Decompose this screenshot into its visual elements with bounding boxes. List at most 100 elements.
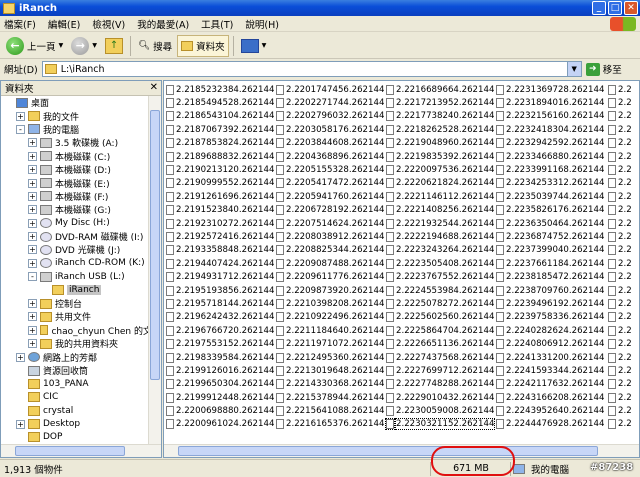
file-item[interactable]: 2.2220621824.262144 xyxy=(386,177,494,190)
file-item[interactable]: 2.2209087488.262144 xyxy=(276,257,384,270)
file-item[interactable]: 2.2 xyxy=(608,204,632,217)
file-item[interactable]: 2.2226651136.262144 xyxy=(386,337,494,350)
tree-item[interactable]: + 本機磁碟 (F:) xyxy=(1,190,161,203)
file-item[interactable]: 2.2221932544.262144 xyxy=(386,217,494,230)
expand-icon[interactable]: + xyxy=(28,191,37,201)
file-item[interactable]: 2.2186543104.262144 xyxy=(166,110,274,123)
tree-item[interactable]: + DVD-RAM 磁碟機 (I:) xyxy=(1,230,161,243)
tree-item[interactable]: + 控制台 xyxy=(1,297,161,310)
file-item[interactable]: 2.2197553152.262144 xyxy=(166,337,274,350)
file-item[interactable]: 2.2199126016.262144 xyxy=(166,364,274,377)
file-item[interactable]: 2.2198339584.262144 xyxy=(166,351,274,364)
tree-item[interactable]: 桌面 xyxy=(1,96,161,109)
file-item[interactable]: 2.2232156160.262144 xyxy=(496,110,604,123)
file-item[interactable]: 2.2 xyxy=(608,150,632,163)
expand-icon[interactable]: + xyxy=(28,205,37,215)
menu-edit[interactable]: 編輯(E) xyxy=(48,17,80,31)
close-icon[interactable]: ✕ xyxy=(150,82,158,93)
file-item[interactable]: 2.2221146112.262144 xyxy=(386,190,494,203)
file-item[interactable]: 2.2 xyxy=(608,324,632,337)
file-item[interactable]: 2.2241593344.262144 xyxy=(496,364,604,377)
tree-item[interactable]: crystal xyxy=(1,404,161,417)
minimize-button[interactable]: _ xyxy=(592,1,606,15)
file-item[interactable]: 2.2225602560.262144 xyxy=(386,311,494,324)
back-button[interactable]: ← 上一頁 ▾ xyxy=(3,35,66,57)
chevron-down-icon[interactable]: ▾ xyxy=(59,40,64,51)
file-item[interactable]: 2.2233466880.262144 xyxy=(496,150,604,163)
menu-tools[interactable]: 工具(T) xyxy=(201,17,233,31)
file-item[interactable]: 2.2 xyxy=(608,391,632,404)
file-item[interactable]: 2.2235039744.262144 xyxy=(496,190,604,203)
file-item[interactable]: 2.2240806912.262144 xyxy=(496,337,604,350)
file-item[interactable]: 2.2213019648.262144 xyxy=(276,364,384,377)
file-item[interactable]: 2.2227699712.262144 xyxy=(386,364,494,377)
menu-file[interactable]: 檔案(F) xyxy=(4,17,36,31)
file-item[interactable]: 2.2194407424.262144 xyxy=(166,257,274,270)
tree-item[interactable]: 資源回收筒 xyxy=(1,364,161,377)
file-item[interactable]: 2.2 xyxy=(608,378,632,391)
expand-icon[interactable]: + xyxy=(28,151,37,161)
file-item[interactable]: 2.2240282624.262144 xyxy=(496,324,604,337)
file-item[interactable]: 2.2209611776.262144 xyxy=(276,270,384,283)
file-item[interactable]: 2.2 xyxy=(608,96,632,109)
file-item[interactable]: 2.2230059008.262144 xyxy=(386,404,494,417)
file-item[interactable]: 2.2187067392.262144 xyxy=(166,123,274,136)
tree-item[interactable]: + My Disc (H:) xyxy=(1,217,161,230)
scroll-thumb[interactable] xyxy=(150,110,160,380)
close-button[interactable]: ✕ xyxy=(624,1,638,15)
file-item[interactable]: 2.2236350464.262144 xyxy=(496,217,604,230)
expand-icon[interactable]: + xyxy=(28,258,37,268)
up-button[interactable]: ↑ xyxy=(102,35,126,57)
file-item[interactable]: 2.2227748288.262144 xyxy=(386,378,494,391)
file-item[interactable]: 2.2215641088.262144 xyxy=(276,404,384,417)
menu-view[interactable]: 檢視(V) xyxy=(92,17,125,31)
file-item[interactable]: 2.2196766720.262144 xyxy=(166,324,274,337)
file-item[interactable]: 2.2225078272.262144 xyxy=(386,297,494,310)
tree-item[interactable]: + chao_chyun Chen 的文件 xyxy=(1,324,161,337)
go-button[interactable]: ➜ 移至 xyxy=(585,62,622,76)
file-item[interactable]: 2.2238709760.262144 xyxy=(496,284,604,297)
file-item[interactable]: 2.2235826176.262144 xyxy=(496,204,604,217)
expand-icon[interactable]: + xyxy=(28,232,37,242)
file-item[interactable]: 2.2238185472.262144 xyxy=(496,270,604,283)
scroll-thumb[interactable] xyxy=(15,446,125,456)
file-item[interactable]: 2.2 xyxy=(608,163,632,176)
file-item[interactable]: 2.2244476928.262144 xyxy=(496,418,604,431)
file-item[interactable]: 2.2203844608.262144 xyxy=(276,137,384,150)
tree-item[interactable]: + 本機磁碟 (E:) xyxy=(1,176,161,190)
expand-icon[interactable]: + xyxy=(16,111,25,121)
file-item[interactable]: 2.2205155328.262144 xyxy=(276,163,384,176)
tree-item[interactable]: + 我的文件 xyxy=(1,109,161,123)
file-item[interactable]: 2.2185494528.262144 xyxy=(166,96,274,109)
file-item[interactable]: 2.2223243264.262144 xyxy=(386,244,494,257)
file-item[interactable]: 2.2 xyxy=(608,297,632,310)
file-item[interactable]: 2.2205417472.262144 xyxy=(276,177,384,190)
file-item[interactable]: 2.2243952640.262144 xyxy=(496,404,604,417)
tree-item[interactable]: +3.5 軟碟機 (A:) xyxy=(1,136,161,149)
maximize-button[interactable]: □ xyxy=(608,1,622,15)
file-item[interactable]: 2.2211184640.262144 xyxy=(276,324,384,337)
file-item[interactable]: 2.2232942592.262144 xyxy=(496,137,604,150)
file-item[interactable]: 2.2223767552.262144 xyxy=(386,270,494,283)
file-item[interactable]: 2.2202796032.262144 xyxy=(276,110,384,123)
file-item[interactable]: 2.2193358848.262144 xyxy=(166,244,274,257)
file-item[interactable]: 2.2194931712.262144 xyxy=(166,270,274,283)
file-item[interactable]: 2.2216165376.262144 xyxy=(276,418,384,431)
tree-item[interactable]: + 本機磁碟 (G:) xyxy=(1,203,161,216)
file-item[interactable]: 2.2210922496.262144 xyxy=(276,311,384,324)
file-item[interactable]: 2.2224553984.262144 xyxy=(386,284,494,297)
file-item[interactable]: 2.2208038912.262144 xyxy=(276,230,384,243)
file-item[interactable]: 2.2 xyxy=(608,364,632,377)
file-item[interactable]: 2.2243166208.262144 xyxy=(496,391,604,404)
file-item[interactable]: 2.2217213952.262144 xyxy=(386,96,494,109)
file-item[interactable]: 2.2234253312.262144 xyxy=(496,177,604,190)
file-item[interactable]: 2.2190213120.262144 xyxy=(166,163,274,176)
file-item[interactable]: 2.2 xyxy=(608,110,632,123)
file-item[interactable]: 2.2189688832.262144 xyxy=(166,150,274,163)
file-item[interactable]: 2.2221408256.262144 xyxy=(386,204,494,217)
file-item[interactable]: 2.2227437568.262144 xyxy=(386,351,494,364)
file-item[interactable]: 2.2196242432.262144 xyxy=(166,311,274,324)
file-item[interactable]: 2.2191261696.262144 xyxy=(166,190,274,203)
expand-icon[interactable]: + xyxy=(28,339,37,349)
file-item[interactable]: 2.2 xyxy=(608,337,632,350)
